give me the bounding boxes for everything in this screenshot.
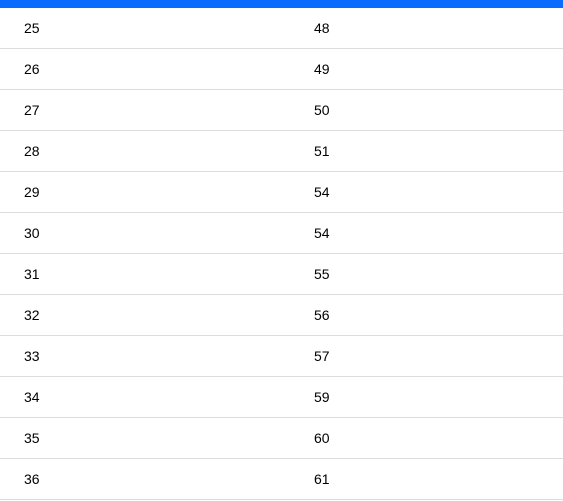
data-table: 25 48 26 49 27 50 28 51 29 54 30 54 31 5…: [0, 8, 563, 500]
cell-right: 48: [290, 20, 563, 36]
cell-right: 49: [290, 61, 563, 77]
cell-left: 34: [0, 389, 290, 405]
table-row: 28 51: [0, 131, 563, 172]
cell-left: 36: [0, 471, 290, 487]
cell-left: 33: [0, 348, 290, 364]
cell-right: 57: [290, 348, 563, 364]
cell-left: 29: [0, 184, 290, 200]
cell-right: 61: [290, 471, 563, 487]
table-row: 29 54: [0, 172, 563, 213]
table-row: 31 55: [0, 254, 563, 295]
cell-left: 27: [0, 102, 290, 118]
cell-left: 28: [0, 143, 290, 159]
table-row: 32 56: [0, 295, 563, 336]
cell-left: 32: [0, 307, 290, 323]
cell-left: 25: [0, 20, 290, 36]
cell-right: 56: [290, 307, 563, 323]
cell-right: 54: [290, 225, 563, 241]
cell-right: 60: [290, 430, 563, 446]
cell-right: 54: [290, 184, 563, 200]
table-row: 27 50: [0, 90, 563, 131]
cell-left: 30: [0, 225, 290, 241]
table-row: 26 49: [0, 49, 563, 90]
table-row: 35 60: [0, 418, 563, 459]
cell-right: 55: [290, 266, 563, 282]
cell-right: 59: [290, 389, 563, 405]
cell-right: 51: [290, 143, 563, 159]
table-row: 33 57: [0, 336, 563, 377]
cell-left: 35: [0, 430, 290, 446]
table-row: 36 61: [0, 459, 563, 500]
table-row: 34 59: [0, 377, 563, 418]
cell-left: 31: [0, 266, 290, 282]
cell-left: 26: [0, 61, 290, 77]
table-row: 30 54: [0, 213, 563, 254]
header-bar: [0, 0, 563, 8]
table-row: 25 48: [0, 8, 563, 49]
cell-right: 50: [290, 102, 563, 118]
